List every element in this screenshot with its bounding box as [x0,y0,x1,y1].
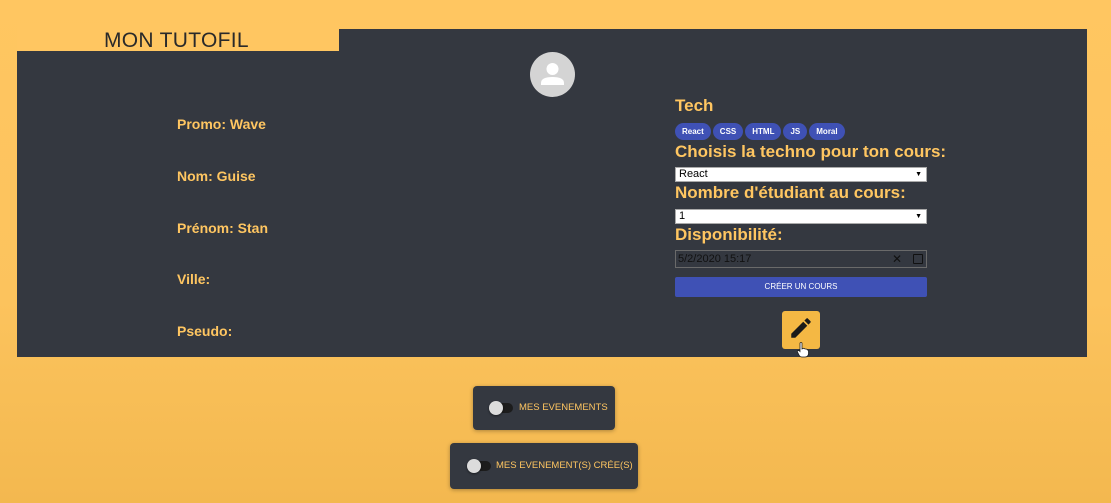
app-title: MON TUTOFIL [104,29,249,52]
students-select-value: 1 [679,210,686,222]
availability-datetime-input[interactable]: 5/2/2020 15:17 ✕ [675,250,927,268]
pencil-icon [791,318,811,338]
my-events-label: MES EVENEMENTS [519,402,608,413]
my-created-events-switch[interactable] [467,459,491,473]
tech-chip-html[interactable]: HTML [745,123,782,140]
my-created-events-toggle-card[interactable]: MES EVENEMENT(S) CRÉE(S) [450,443,638,489]
students-select[interactable]: 1 ▼ [675,209,927,224]
dropdown-arrow-icon: ▼ [915,171,922,178]
my-events-switch[interactable] [489,401,513,415]
availability-datetime-value: 5/2/2020 15:17 [678,253,752,265]
person-avatar-icon [530,52,575,97]
tech-title: Tech [675,96,714,115]
nom-label: Nom: Guise [177,168,256,184]
create-course-button[interactable]: CRÉER UN COURS [675,277,927,297]
hand-cursor-icon [797,342,809,358]
tech-chip-moral[interactable]: Moral [809,123,845,140]
techno-select[interactable]: React ▼ [675,167,927,182]
dropdown-arrow-icon: ▼ [915,213,922,220]
calendar-icon[interactable] [913,254,923,264]
tech-chip-list: React CSS HTML JS Moral [675,123,845,140]
students-label: Nombre d'étudiant au cours: [675,183,906,202]
tech-chip-js[interactable]: JS [783,123,808,140]
availability-label: Disponibilité: [675,225,783,244]
tech-chip-css[interactable]: CSS [712,123,744,140]
clear-icon[interactable]: ✕ [892,251,902,267]
my-created-events-label: MES EVENEMENT(S) CRÉE(S) [496,460,633,471]
switch-knob [489,401,503,415]
pseudo-label: Pseudo: [177,323,233,339]
promo-label: Promo: Wave [177,116,266,132]
techno-label: Choisis la techno pour ton cours: [675,142,947,161]
switch-knob [467,459,481,473]
prenom-label: Prénom: Stan [177,220,269,236]
techno-select-value: React [679,168,708,180]
ville-label: Ville: [177,271,211,287]
tech-chip-react[interactable]: React [675,123,711,140]
my-events-toggle-card[interactable]: MES EVENEMENTS [473,386,615,430]
